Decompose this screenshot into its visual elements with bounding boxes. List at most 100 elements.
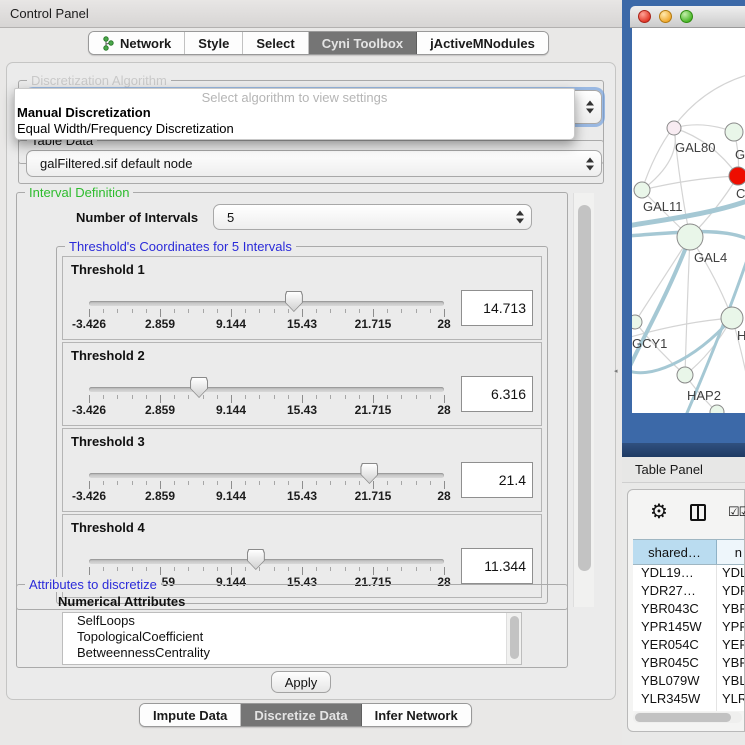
major-tick [373,481,374,489]
tick-label: 21.715 [347,317,399,331]
cell-name: YBR0 [717,655,744,673]
attributes-scrollbar-thumb[interactable] [510,616,519,659]
table-row[interactable]: YBR043CYBR0 [633,601,744,619]
attribute-list-item[interactable]: BetweennessCentrality [63,645,521,661]
minor-tick [345,309,346,313]
minor-tick [245,567,246,571]
minor-tick [274,567,275,571]
tab-style[interactable]: Style [185,32,243,54]
cell-shared-name: YDR27… [633,583,717,601]
tab-cyni-toolbox[interactable]: Cyni Toolbox [309,32,417,54]
minor-tick [274,309,275,313]
minor-tick [387,395,388,399]
number-of-intervals-combo[interactable]: 5 [213,204,532,230]
threshold-value-field[interactable]: 6.316 [461,376,533,412]
minor-tick [245,395,246,399]
minor-tick [316,395,317,399]
network-window-titlebar [630,6,745,28]
threshold-slider-thumb[interactable] [190,377,208,398]
table-row[interactable]: YBL079WYBL0 [633,673,744,691]
threshold-value-field[interactable]: 11.344 [461,548,533,584]
minor-tick [387,481,388,485]
minor-tick [259,567,260,571]
column-header-name[interactable]: n [717,540,744,564]
network-window[interactable]: GAL80 GA C GAL11 GAL4 GCY1 H HAP2 [630,6,745,441]
attribute-list-item[interactable]: SelfLoops [63,613,521,629]
table-row[interactable]: YIL052CYIL0 [633,709,744,711]
control-panel-titlebar: Control Panel [0,0,622,28]
minor-tick [330,567,331,571]
major-tick [160,481,161,489]
minor-tick [245,309,246,313]
thresholds-group-title: Threshold's Coordinates for 5 Intervals [65,239,296,254]
apply-button[interactable]: Apply [271,671,331,693]
minor-tick [103,395,104,399]
table-row[interactable]: YER054CYER0 [633,637,744,655]
numerical-attributes-list[interactable]: SelfLoopsTopologicalCoefficientBetweenne… [62,612,522,665]
threshold-slider-thumb[interactable] [247,549,265,570]
table-row[interactable]: YDR27…YDR2 [633,583,744,601]
panel-divider-handle[interactable]: ◂ [614,368,620,376]
attributes-scrollbar-track[interactable] [506,613,521,664]
node-gcy1 [632,315,642,329]
threshold-value-field[interactable]: 14.713 [461,290,533,326]
minor-tick [401,567,402,571]
minor-tick [387,309,388,313]
attribute-list-item[interactable]: TopologicalCoefficient [63,629,521,645]
minor-tick [217,481,218,485]
gear-icon[interactable]: ⚙ [650,502,668,522]
tab-jactivemnodules[interactable]: jActiveMNodules [417,32,548,54]
major-tick [302,395,303,403]
select-columns-icon[interactable]: ☑☑ [728,504,745,520]
table-row[interactable]: YPR145WYPR1 [633,619,744,637]
popup-item-equal-width-frequency[interactable]: Equal Width/Frequency Discretization [17,121,234,136]
threshold-panels: Threshold 1 14.713 -3.4262.8599.14415.43… [62,256,542,600]
minor-tick [430,481,431,485]
minor-tick [416,309,417,313]
major-tick [373,309,374,317]
table-row[interactable]: YDL19…YDL1 [633,565,744,583]
major-tick [89,481,90,489]
close-traffic-light-icon[interactable] [638,10,651,23]
number-of-intervals-value: 5 [227,210,234,225]
threshold-value-field[interactable]: 21.4 [461,462,533,498]
column-layout-icon[interactable] [690,504,706,521]
threshold-slider-track[interactable] [89,387,444,392]
threshold-panel: Threshold 3 21.4 -3.4262.8599.14415.4321… [62,428,542,512]
tick-label: 15.43 [276,403,328,417]
minor-tick [330,481,331,485]
tab-label: Select [256,36,294,51]
minor-tick [203,309,204,313]
tab-network[interactable]: Network [89,32,185,54]
popup-item-manual-discretization[interactable]: Manual Discretization [17,105,151,120]
network-canvas[interactable]: GAL80 GA C GAL11 GAL4 GCY1 H HAP2 [630,28,745,413]
scrollbar-track[interactable] [573,193,594,607]
horizontal-scrollbar-thumb[interactable] [635,713,731,722]
tick-label: -3.426 [63,489,115,503]
tab-impute-data[interactable]: Impute Data [140,704,241,726]
minor-tick [188,309,189,313]
threshold-slider-track[interactable] [89,473,444,478]
threshold-slider-track[interactable] [89,301,444,306]
cell-shared-name: YER054C [633,637,717,655]
tab-select[interactable]: Select [243,32,308,54]
minor-tick [359,481,360,485]
table-row[interactable]: YBR045CYBR0 [633,655,744,673]
tick-label: 15.43 [276,317,328,331]
scrollbar-thumb[interactable] [578,205,591,571]
table-row[interactable]: YLR345WYLR3 [633,691,744,709]
tab-discretize-data[interactable]: Discretize Data [241,704,361,726]
threshold-slider-track[interactable] [89,559,444,564]
tab-infer-network[interactable]: Infer Network [362,704,471,726]
threshold-slider-thumb[interactable] [360,463,378,484]
table-rows: YDL19…YDL1YDR27…YDR2YBR043CYBR0YPR145WYP… [633,565,744,711]
minimize-traffic-light-icon[interactable] [659,10,672,23]
minor-tick [274,395,275,399]
major-tick [89,395,90,403]
node-hap2 [677,367,693,383]
zoom-traffic-light-icon[interactable] [680,10,693,23]
column-header-shared[interactable]: shared… [633,540,717,564]
horizontal-scrollbar-track[interactable] [633,712,742,723]
minor-tick [174,395,175,399]
table-data-combo[interactable]: galFiltered.sif default node [26,150,602,177]
